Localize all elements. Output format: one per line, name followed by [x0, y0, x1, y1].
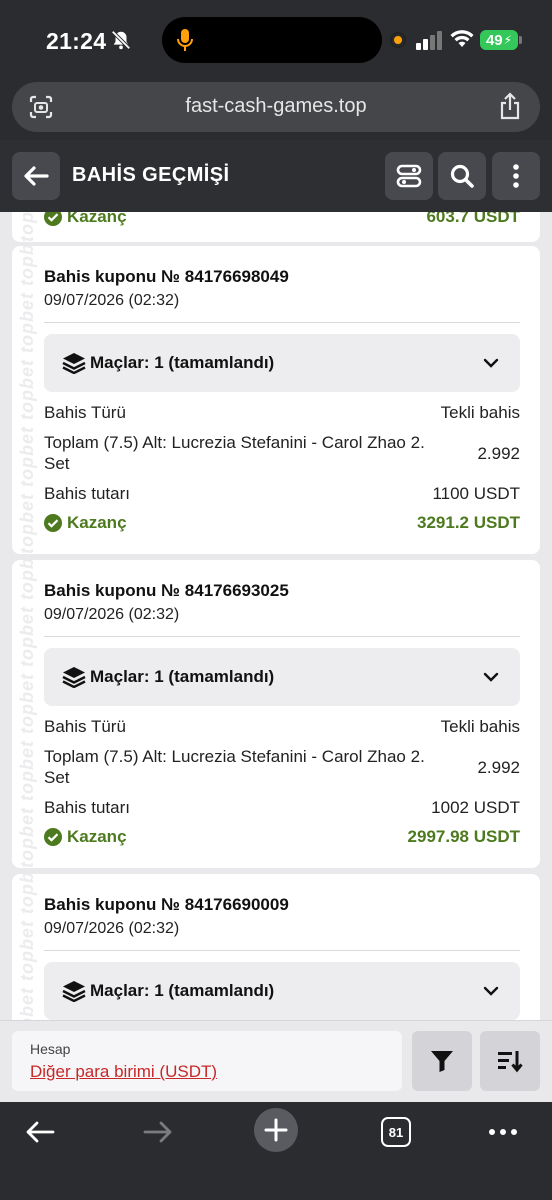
coupon-card-partial: topbet topbet topbet topbet topbet topbe… — [12, 212, 540, 242]
watermark: topbet topbet topbet topbet topbet topbe… — [17, 246, 37, 554]
coupon-number: Bahis kuponu № 84176693025 — [44, 581, 289, 600]
browser-toolbar: 81 — [0, 1102, 552, 1200]
app-header: BAHİS GEÇMİŞİ — [0, 140, 552, 212]
dynamic-island — [162, 17, 382, 63]
matches-accordion[interactable]: Maçlar: 1 (tamamlandı) — [44, 334, 520, 392]
search-button[interactable] — [438, 152, 486, 200]
bell-slash-icon — [111, 30, 131, 50]
more-vertical-icon — [513, 164, 519, 188]
bet-type-label: Bahis Türü — [44, 717, 126, 736]
win-value: 3291.2 USDT — [417, 513, 520, 532]
tab-count: 81 — [381, 1117, 411, 1147]
stake-label: Bahis tutarı — [44, 484, 130, 503]
layers-icon — [62, 981, 86, 1002]
battery-indicator: 49 ⚡ — [480, 30, 518, 50]
tabs-button[interactable]: 81 — [378, 1114, 414, 1150]
new-tab-button[interactable] — [254, 1108, 298, 1152]
battery-tip — [519, 36, 522, 44]
watermark: topbet topbet topbet topbet topbet topbe… — [12, 212, 42, 242]
arrow-right-icon — [143, 1121, 172, 1143]
coupon-card: topbet topbet topbet topbet topbet topbe… — [12, 246, 540, 554]
charging-icon: ⚡ — [503, 33, 513, 47]
market-text: Toplam (7.5) Alt: Lucrezia Stefanini - C… — [44, 433, 425, 473]
coupon-number: Bahis kuponu № 84176698049 — [44, 267, 289, 286]
sort-icon — [498, 1051, 523, 1073]
browser-address-bar: fast-cash-games.top — [0, 78, 552, 140]
matches-label: Maçlar: 1 (tamamlandı) — [90, 981, 275, 1000]
layers-icon — [62, 353, 86, 374]
account-currency-link[interactable]: Diğer para birimi (USDT) — [30, 1062, 217, 1082]
chevron-down-icon — [483, 986, 499, 996]
microphone-icon — [177, 29, 193, 51]
stake-label: Bahis tutarı — [44, 798, 130, 817]
dot — [511, 1129, 517, 1135]
page-title: BAHİS GEÇMİŞİ — [72, 164, 230, 186]
odds-value: 2.992 — [477, 444, 520, 463]
dot — [500, 1129, 506, 1135]
wifi-icon — [450, 30, 474, 47]
toggle-view-button[interactable] — [385, 152, 433, 200]
divider — [44, 636, 520, 637]
market-text: Toplam (7.5) Alt: Lucrezia Stefanini - C… — [44, 747, 425, 787]
matches-accordion[interactable]: Maçlar: 1 (tamamlandı) — [44, 648, 520, 706]
matches-label: Maçlar: 1 (tamamlandı) — [90, 353, 275, 372]
bet-type-value: Tekli bahis — [440, 403, 520, 422]
layers-icon — [62, 667, 86, 688]
account-label: Hesap — [30, 1041, 71, 1057]
browser-back-button[interactable] — [22, 1114, 58, 1150]
bet-type-value: Tekli bahis — [440, 717, 520, 736]
filter-bar: Hesap Diğer para birimi (USDT) — [0, 1020, 552, 1102]
battery-level: 49 — [485, 31, 503, 49]
arrow-left-icon — [24, 166, 49, 186]
url-text: fast-cash-games.top — [185, 95, 367, 117]
share-icon[interactable] — [498, 92, 522, 120]
watermark: topbet topbet topbet topbet topbet topbe… — [12, 874, 42, 1020]
browser-menu-button[interactable] — [485, 1114, 521, 1150]
coupon-date: 09/07/2026 (02:32) — [44, 606, 180, 623]
arrow-left-icon — [26, 1121, 55, 1143]
coupon-date: 09/07/2026 (02:32) — [44, 920, 180, 937]
chevron-down-icon — [483, 358, 499, 368]
coupon-date: 09/07/2026 (02:32) — [44, 292, 180, 309]
status-bar: 21:24 49 ⚡ — [0, 0, 552, 78]
sort-button[interactable] — [480, 1031, 540, 1091]
bet-history-list[interactable]: topbet topbet topbet topbet topbet topbe… — [0, 212, 552, 1020]
coupon-card: topbet topbet topbet topbet topbet topbe… — [12, 874, 540, 1020]
divider — [44, 322, 520, 323]
plus-icon — [264, 1118, 288, 1142]
win-label: Kazanç — [67, 212, 127, 226]
coupon-card: topbet topbet topbet topbet topbet topbe… — [12, 560, 540, 868]
matches-label: Maçlar: 1 (tamamlandı) — [90, 667, 275, 686]
search-icon — [450, 164, 474, 188]
divider — [44, 950, 520, 951]
cellular-signal-icon — [416, 31, 442, 50]
recording-dot-icon — [392, 34, 404, 46]
status-time: 21:24 — [46, 28, 107, 54]
toggle-icon — [396, 164, 422, 188]
account-selector[interactable]: Hesap Diğer para birimi (USDT) — [12, 1031, 402, 1091]
chevron-down-icon — [483, 672, 499, 682]
watermark: topbet topbet topbet topbet topbet topbe… — [17, 560, 37, 868]
win-label: Kazanç — [67, 513, 127, 532]
matches-accordion[interactable]: Maçlar: 1 (tamamlandı) — [44, 962, 520, 1020]
win-value: 2997.98 USDT — [407, 827, 520, 846]
stake-value: 1002 USDT — [431, 798, 520, 817]
bet-type-label: Bahis Türü — [44, 403, 126, 422]
odds-value: 2.992 — [477, 758, 520, 777]
filter-button[interactable] — [412, 1031, 472, 1091]
more-options-button[interactable] — [492, 152, 540, 200]
url-field[interactable]: fast-cash-games.top — [12, 82, 540, 132]
stake-value: 1100 USDT — [432, 484, 520, 503]
coupon-number: Bahis kuponu № 84176690009 — [44, 895, 289, 914]
win-value: 603.7 USDT — [426, 212, 520, 226]
filter-icon — [431, 1051, 453, 1072]
dot — [489, 1129, 495, 1135]
win-label: Kazanç — [67, 827, 127, 846]
back-button[interactable] — [12, 152, 60, 200]
browser-forward-button[interactable] — [140, 1114, 176, 1150]
